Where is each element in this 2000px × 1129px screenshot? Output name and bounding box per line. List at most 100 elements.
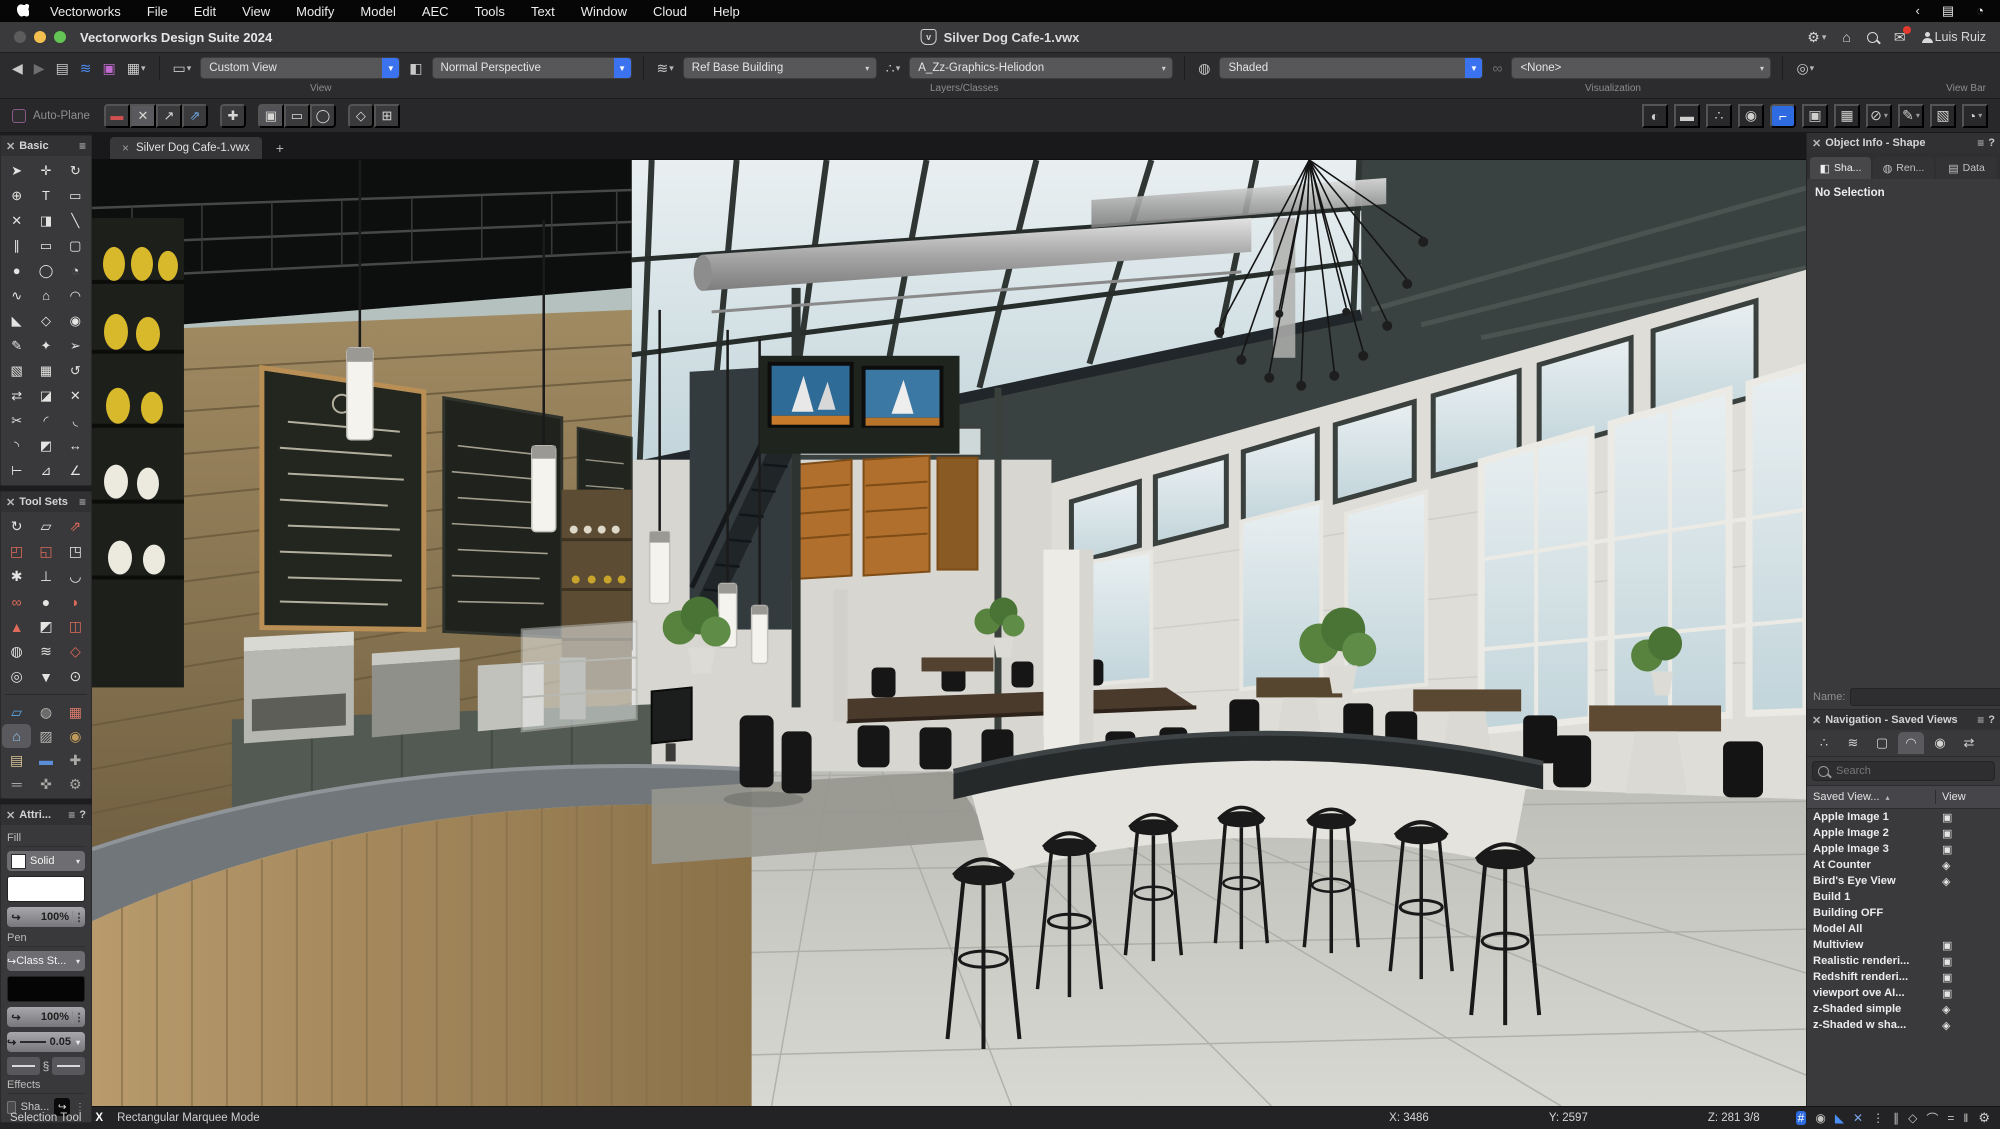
tool-set-button[interactable]: ◉: [61, 724, 90, 748]
tool-button[interactable]: ⊢: [2, 458, 31, 483]
menu-item[interactable]: Cloud: [640, 4, 700, 19]
tool-button[interactable]: ✛: [31, 158, 60, 183]
navigation-tab[interactable]: ≋: [1840, 732, 1866, 754]
saved-view-row[interactable]: Apple Image 3 ▣: [1807, 841, 2000, 857]
mode-button[interactable]: ▣: [258, 104, 284, 128]
minimize-window-button[interactable]: [34, 31, 46, 43]
tool-button[interactable]: ▼: [31, 664, 60, 689]
mode-button[interactable]: ⊞: [374, 104, 400, 128]
menubar-status-icon[interactable]: ‹: [1916, 3, 1920, 19]
render-options-icon[interactable]: ◎▾: [1794, 60, 1816, 77]
saved-views-icon[interactable]: ▤: [54, 60, 71, 77]
tool-set-button[interactable]: ✚: [61, 748, 90, 772]
link-markers-icon[interactable]: §: [43, 1059, 50, 1073]
snap-toggle[interactable]: ◇: [1908, 1111, 1917, 1125]
tool-button[interactable]: ∥: [2, 233, 31, 258]
tool-button[interactable]: ➤: [2, 158, 31, 183]
mode-button[interactable]: ▧: [1930, 104, 1956, 128]
tool-button[interactable]: ◇: [61, 639, 90, 664]
menu-item[interactable]: Text: [518, 4, 568, 19]
tool-button[interactable]: ▭: [31, 233, 60, 258]
tool-button[interactable]: ∿: [2, 283, 31, 308]
mode-button[interactable]: ∴: [1706, 104, 1732, 128]
tool-button[interactable]: ▲: [2, 614, 31, 639]
tool-button[interactable]: ◉: [61, 308, 90, 333]
tool-button[interactable]: ▧: [2, 358, 31, 383]
forward-button[interactable]: ▶: [32, 60, 47, 77]
tool-button[interactable]: ◝: [2, 433, 31, 458]
help-icon[interactable]: ?: [79, 809, 86, 821]
tool-set-button[interactable]: ⌂: [2, 724, 31, 748]
close-window-button[interactable]: [14, 31, 26, 43]
menu-item[interactable]: Edit: [181, 4, 229, 19]
snap-toggle[interactable]: ◉: [1815, 1111, 1825, 1125]
tool-set-button[interactable]: ▤: [2, 748, 31, 772]
mode-button[interactable]: ↗: [156, 104, 182, 128]
tool-button[interactable]: ↺: [61, 358, 90, 383]
line-weight-control[interactable]: ↪ 0.05 ▾: [7, 1032, 85, 1052]
palette-menu-icon[interactable]: ≡: [79, 495, 86, 509]
saved-view-row[interactable]: z-Shaded w sha... ◈: [1807, 1017, 2000, 1033]
search-input[interactable]: [1834, 764, 1989, 778]
mode-button[interactable]: ✎: [1898, 104, 1924, 128]
snap-toggle[interactable]: ∥: [1893, 1111, 1899, 1125]
close-icon[interactable]: ✕: [1812, 714, 1821, 727]
tab-shape[interactable]: ◧ Sha...: [1810, 157, 1871, 179]
snap-toggle[interactable]: =: [1947, 1111, 1954, 1125]
mode-button[interactable]: ▦: [1834, 104, 1860, 128]
layers-quick-icon[interactable]: ≋: [78, 60, 94, 77]
column-view[interactable]: View: [1942, 791, 1994, 803]
tool-button[interactable]: ◯: [31, 258, 60, 283]
document-tab[interactable]: × Silver Dog Cafe-1.vwx: [110, 137, 262, 159]
camera-effect-dropdown[interactable]: <None>▾: [1511, 57, 1771, 79]
viewport-3d-render[interactable]: [92, 160, 1806, 1106]
tool-set-button[interactable]: ▱: [2, 700, 31, 724]
tool-button[interactable]: ◩: [31, 433, 60, 458]
navigation-tab[interactable]: ◠: [1898, 732, 1924, 754]
saved-view-row[interactable]: Build 1: [1807, 889, 2000, 905]
snap-toggle[interactable]: ⋮: [1872, 1111, 1884, 1125]
tool-button[interactable]: ◨: [31, 208, 60, 233]
column-saved-view[interactable]: Saved View... ▴: [1813, 791, 1929, 803]
camera-effects-glasses-icon[interactable]: ∞: [1490, 60, 1504, 76]
back-button[interactable]: ◀: [10, 60, 25, 77]
tool-button[interactable]: ◡: [61, 564, 90, 589]
tool-button[interactable]: T: [31, 183, 60, 208]
tool-button[interactable]: ◔: [61, 258, 90, 283]
tool-button[interactable]: ✂: [2, 408, 31, 433]
tool-button[interactable]: ✎: [2, 333, 31, 358]
mode-button[interactable]: ◇: [348, 104, 374, 128]
tool-button[interactable]: ∞: [2, 589, 31, 614]
status-settings-gear-icon[interactable]: ⚙: [1978, 1110, 1990, 1126]
fill-opacity-control[interactable]: ↪ 100% ⋮: [7, 907, 85, 927]
saved-view-row[interactable]: Bird's Eye View ◈: [1807, 873, 2000, 889]
current-view-icon[interactable]: ▭▾: [171, 60, 194, 77]
object-name-input[interactable]: [1850, 688, 2000, 706]
messages-icon[interactable]: ✉: [1894, 29, 1906, 46]
tool-button[interactable]: ●: [2, 258, 31, 283]
render-mode-dropdown[interactable]: Shaded▼: [1219, 57, 1483, 79]
tool-set-button[interactable]: ✜: [31, 772, 60, 796]
tool-button[interactable]: ⇄: [2, 383, 31, 408]
tool-button[interactable]: ↻: [61, 158, 90, 183]
saved-view-row[interactable]: Redshift renderi... ▣: [1807, 969, 2000, 985]
tool-button[interactable]: ⊿: [31, 458, 60, 483]
tool-button[interactable]: ◩: [31, 614, 60, 639]
palette-menu-icon[interactable]: ≡: [79, 139, 86, 153]
pen-style-dropdown[interactable]: ↪ Class St... ▾: [7, 951, 85, 971]
class-dropdown[interactable]: A_Zz-Graphics-Heliodon▾: [909, 57, 1173, 79]
tool-button[interactable]: ◣: [2, 308, 31, 333]
help-icon[interactable]: ?: [1988, 714, 1995, 726]
tool-button[interactable]: ◠: [61, 283, 90, 308]
tool-button[interactable]: ▦: [31, 358, 60, 383]
layers-stack-icon[interactable]: ≋▾: [655, 60, 676, 77]
tool-button[interactable]: ✦: [31, 333, 60, 358]
mode-button[interactable]: ⌐: [1770, 104, 1796, 128]
tool-button[interactable]: ╲: [61, 208, 90, 233]
navigation-tab[interactable]: ▢: [1869, 732, 1895, 754]
projection-cube-icon[interactable]: ◧: [407, 60, 424, 77]
pen-opacity-control[interactable]: ↪ 100% ⋮: [7, 1007, 85, 1027]
mode-button[interactable]: ◉: [1738, 104, 1764, 128]
navigation-tab[interactable]: ◉: [1927, 732, 1953, 754]
saved-view-row[interactable]: Realistic renderi... ▣: [1807, 953, 2000, 969]
